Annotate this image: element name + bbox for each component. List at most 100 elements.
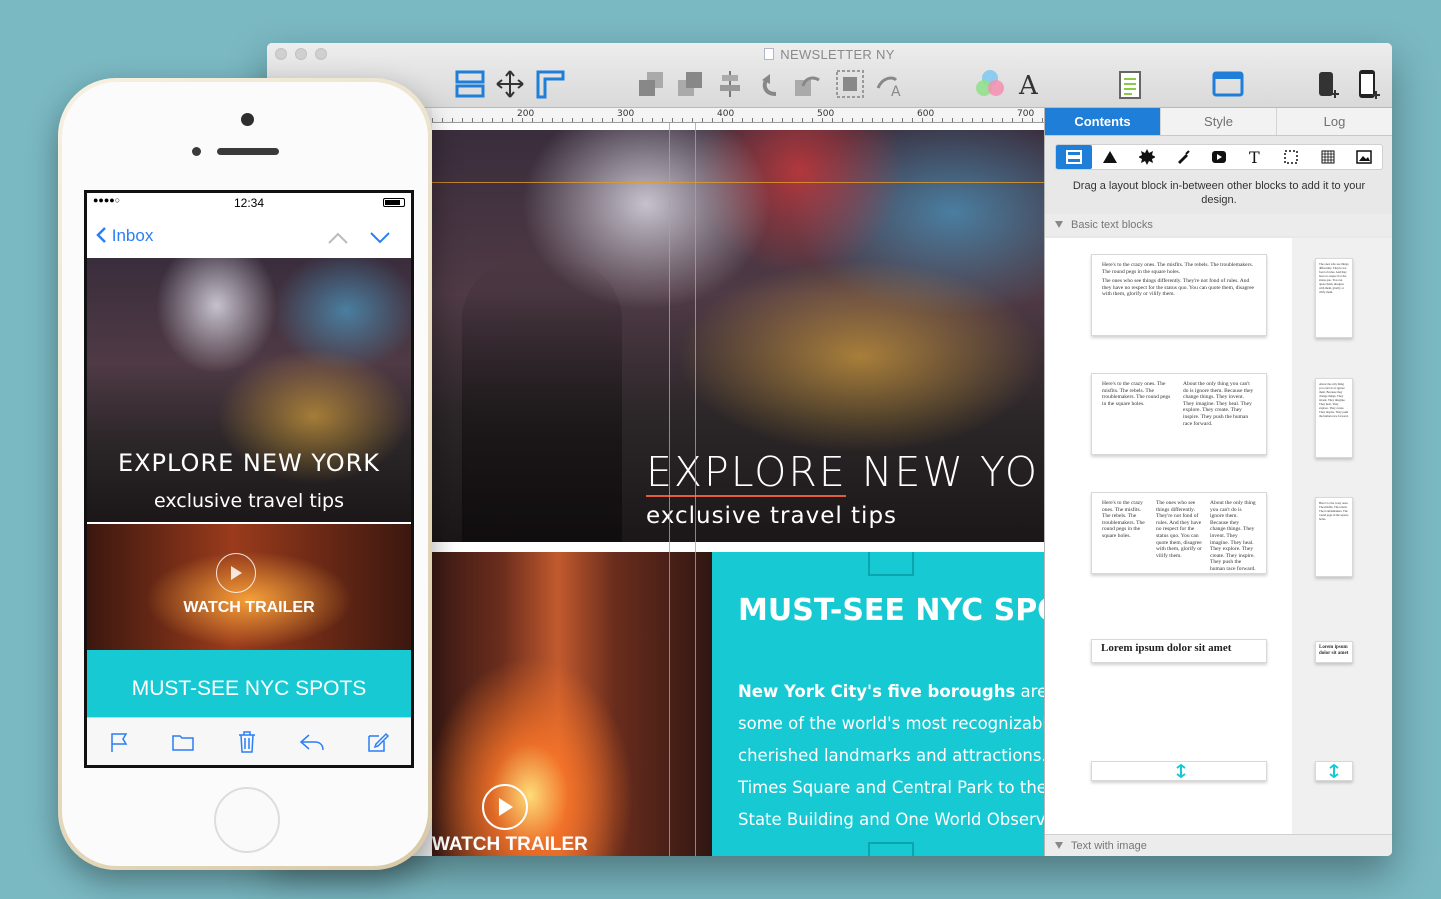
send-backward-button[interactable] bbox=[634, 67, 668, 101]
speaker-icon bbox=[217, 148, 279, 155]
pattern-icon bbox=[1321, 150, 1335, 164]
ruler-tick bbox=[882, 118, 883, 122]
guide-line[interactable] bbox=[695, 123, 696, 856]
redo-button[interactable] bbox=[791, 67, 825, 101]
trailer-image[interactable]: WATCH TRAILER bbox=[432, 552, 712, 856]
mail-navbar: Inbox bbox=[87, 217, 411, 261]
colors-button[interactable] bbox=[973, 67, 1007, 101]
phone-add-icon bbox=[1319, 72, 1339, 98]
block-card-spacer[interactable] bbox=[1091, 761, 1267, 781]
block-card-three-column[interactable]: Here's to the crazy ones. The misfits. T… bbox=[1091, 492, 1267, 574]
back-button[interactable]: Inbox bbox=[95, 226, 153, 246]
ruler-tick bbox=[612, 118, 613, 122]
mobile-spots-banner[interactable]: MUST-SEE NYC SPOTS bbox=[87, 650, 411, 718]
device-button[interactable] bbox=[1351, 67, 1385, 101]
block-card-narrow-heading[interactable]: Lorem ipsum dolor sit amet bbox=[1315, 641, 1353, 663]
layout-blocks-button[interactable] bbox=[1056, 145, 1093, 169]
ruler-label: 400 bbox=[717, 109, 735, 119]
ruler-tick bbox=[842, 118, 843, 122]
fonts-icon: A bbox=[1018, 71, 1039, 99]
move-icon bbox=[496, 70, 524, 98]
guide-line[interactable] bbox=[669, 123, 670, 856]
block-card-narrow-two[interactable]: About the only thing you can't do is ign… bbox=[1315, 378, 1353, 458]
section-text-with-image[interactable]: Text with image bbox=[1045, 834, 1392, 856]
checklist-icon bbox=[1119, 71, 1141, 99]
badges-button[interactable] bbox=[1128, 145, 1164, 169]
play-icon[interactable] bbox=[216, 553, 256, 593]
block-card-narrow-one[interactable]: The ones who see things differently. The… bbox=[1315, 258, 1353, 338]
phone-add-button[interactable] bbox=[1311, 67, 1345, 101]
brush-button[interactable] bbox=[1165, 145, 1201, 169]
ruler-tick bbox=[772, 118, 773, 122]
text-flow-button[interactable]: A bbox=[873, 67, 907, 101]
ruler-tick bbox=[892, 118, 893, 122]
ruler-tick bbox=[452, 118, 453, 122]
panel-hint: Drag a layout block in-between other blo… bbox=[1072, 180, 1366, 206]
horizontal-ruler: 200 300 400 500 600 700 bbox=[432, 108, 1044, 123]
layout-blocks-icon bbox=[1066, 150, 1083, 164]
hero-subtitle[interactable]: exclusive travel tips bbox=[646, 503, 897, 529]
block-card-narrow-spacer[interactable] bbox=[1315, 761, 1353, 781]
spots-block[interactable]: MUST-SEE NYC SPOTS New York City's five … bbox=[712, 552, 1044, 856]
flag-icon[interactable] bbox=[108, 731, 130, 753]
ruler-tick bbox=[852, 118, 853, 122]
svg-text:A: A bbox=[1018, 71, 1039, 99]
ruler-tick bbox=[592, 118, 593, 122]
group-button[interactable] bbox=[833, 67, 867, 101]
selection-button[interactable] bbox=[1273, 145, 1309, 169]
design-canvas[interactable]: 200 300 400 500 600 700 EXPLORE NEW YORK excl… bbox=[432, 108, 1044, 856]
preview-button[interactable] bbox=[1211, 67, 1245, 101]
undo-icon bbox=[762, 74, 777, 96]
card-text: Here's to the crazy ones. The misfits. T… bbox=[1102, 500, 1145, 539]
titlebar: NEWSLETTER NY A A bbox=[267, 43, 1392, 108]
mobile-hero-image[interactable]: EXPLORE NEW YORK exclusive travel tips bbox=[87, 258, 411, 522]
chevron-down-icon[interactable] bbox=[369, 231, 391, 245]
block-type-bar: T bbox=[1055, 144, 1383, 170]
hero-image[interactable]: EXPLORE NEW YORK exclusive travel tips bbox=[432, 130, 1044, 542]
play-icon[interactable] bbox=[482, 784, 528, 830]
bring-forward-button[interactable] bbox=[673, 67, 707, 101]
section-basic-text[interactable]: Basic text blocks bbox=[1045, 214, 1392, 236]
reply-icon[interactable] bbox=[299, 732, 325, 752]
text-button[interactable]: T bbox=[1237, 145, 1273, 169]
folder-icon[interactable] bbox=[171, 732, 195, 752]
card-heading-text: Lorem ipsum dolor sit amet bbox=[1101, 642, 1232, 654]
ruler-tick bbox=[872, 118, 873, 122]
checklist-button[interactable] bbox=[1113, 67, 1147, 101]
pattern-button[interactable] bbox=[1310, 145, 1346, 169]
spots-body[interactable]: New York City's five boroughs are home t… bbox=[738, 676, 1044, 836]
trash-icon[interactable] bbox=[237, 730, 257, 754]
block-card-heading[interactable]: Lorem ipsum dolor sit amet bbox=[1091, 639, 1267, 663]
ruler-button[interactable] bbox=[533, 67, 567, 101]
ruler-tick bbox=[912, 118, 913, 122]
fonts-button[interactable]: A bbox=[1013, 67, 1047, 101]
block-card-two-column[interactable]: Here's to the crazy ones. The misfits. T… bbox=[1091, 373, 1267, 455]
guide-line[interactable] bbox=[432, 182, 1044, 183]
move-button[interactable] bbox=[493, 67, 527, 101]
spots-title[interactable]: MUST-SEE NYC SPOTS bbox=[738, 593, 1044, 628]
block-card-narrow-three[interactable]: Here's to the crazy ones. The misfits. T… bbox=[1315, 497, 1353, 577]
align-button[interactable] bbox=[713, 67, 747, 101]
phone-screen: ●●●●○ 12:34 Inbox EXPLORE NEW YORK exclu… bbox=[84, 190, 414, 768]
undo-button[interactable] bbox=[753, 67, 787, 101]
chevron-up-icon[interactable] bbox=[327, 231, 349, 245]
tab-log[interactable]: Log bbox=[1277, 108, 1392, 135]
compose-icon[interactable] bbox=[366, 730, 390, 754]
ruler-tick bbox=[802, 118, 803, 122]
tab-style[interactable]: Style bbox=[1161, 108, 1277, 135]
layout-button[interactable] bbox=[453, 67, 487, 101]
layout-icon bbox=[455, 70, 485, 98]
battery-icon bbox=[383, 198, 405, 207]
ruler-tick bbox=[682, 118, 683, 122]
ruler-tick bbox=[692, 118, 693, 122]
mobile-trailer-image[interactable]: WATCH TRAILER bbox=[87, 524, 411, 650]
tab-contents[interactable]: Contents bbox=[1045, 108, 1161, 135]
spots-lead: New York City's five boroughs bbox=[738, 682, 1016, 701]
ruler-tick bbox=[492, 118, 493, 122]
hero-title[interactable]: EXPLORE NEW YORK bbox=[646, 448, 1044, 496]
image-button[interactable] bbox=[1346, 145, 1382, 169]
video-button[interactable] bbox=[1201, 145, 1237, 169]
block-card-one-column[interactable]: Here's to the crazy ones. The misfits. T… bbox=[1091, 254, 1267, 336]
home-button[interactable] bbox=[214, 787, 280, 853]
shapes-button[interactable] bbox=[1092, 145, 1128, 169]
